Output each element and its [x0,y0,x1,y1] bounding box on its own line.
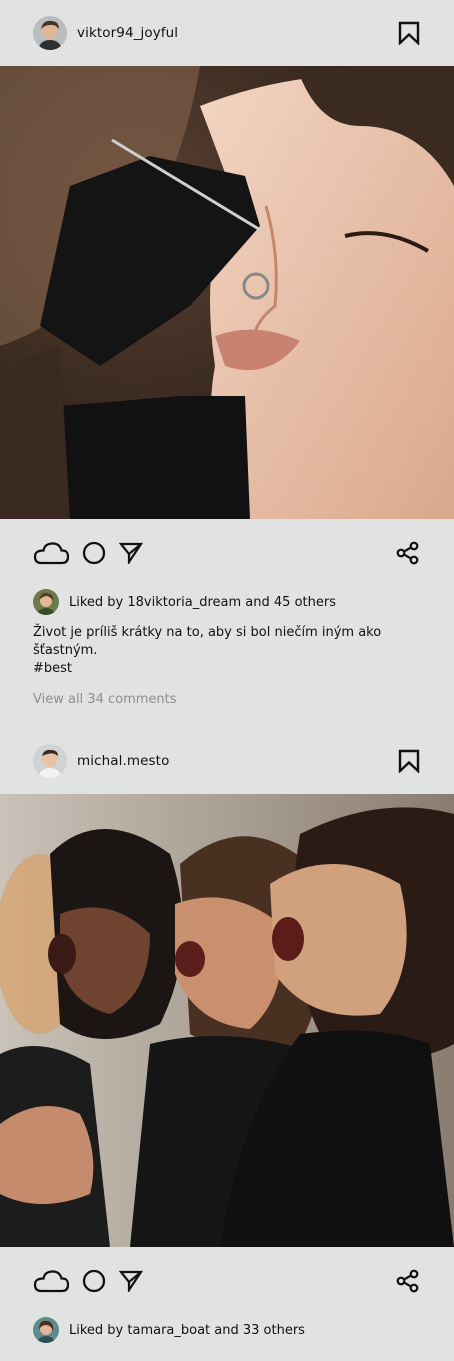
likes-row: Liked by tamara_boat and 33 others [0,1315,454,1345]
post-2: michal.mesto Liked by tamara_boat and 33… [0,728,454,1345]
post-photo[interactable] [0,794,454,1247]
caption-hashtag[interactable]: #best [33,660,421,678]
send-icon[interactable] [119,542,143,564]
post-caption: Život je príliš krátky na to, aby si bol… [0,617,454,678]
user-avatar[interactable] [33,744,67,778]
likes-text[interactable]: Liked by tamara_boat and 33 others [69,1323,305,1338]
username[interactable]: michal.mesto [77,753,398,769]
likes-text[interactable]: Liked by 18viktoria_dream and 45 others [69,595,336,610]
liker-avatar[interactable] [33,1317,59,1343]
cloud-icon[interactable] [33,541,69,565]
view-comments-link[interactable]: View all 34 comments [0,678,454,707]
bookmark-icon[interactable] [398,21,420,46]
user-avatar[interactable] [33,16,67,50]
post-actions [0,519,454,587]
post-1: viktor94_joyful Liked by 18viktoria_drea… [0,0,454,707]
cloud-icon[interactable] [33,1269,69,1293]
post-actions [0,1247,454,1315]
post-header: michal.mesto [0,728,454,794]
circle-icon[interactable] [82,541,106,565]
bookmark-icon[interactable] [398,749,420,774]
send-icon[interactable] [119,1270,143,1292]
post-photo[interactable] [0,66,454,519]
share-nodes-icon[interactable] [396,541,420,565]
likes-row: Liked by 18viktoria_dream and 45 others [0,587,454,617]
caption-text: Život je príliš krátky na to, aby si bol… [33,625,382,658]
username[interactable]: viktor94_joyful [77,25,398,41]
share-nodes-icon[interactable] [396,1269,420,1293]
circle-icon[interactable] [82,1269,106,1293]
liker-avatar[interactable] [33,589,59,615]
post-header: viktor94_joyful [0,0,454,66]
